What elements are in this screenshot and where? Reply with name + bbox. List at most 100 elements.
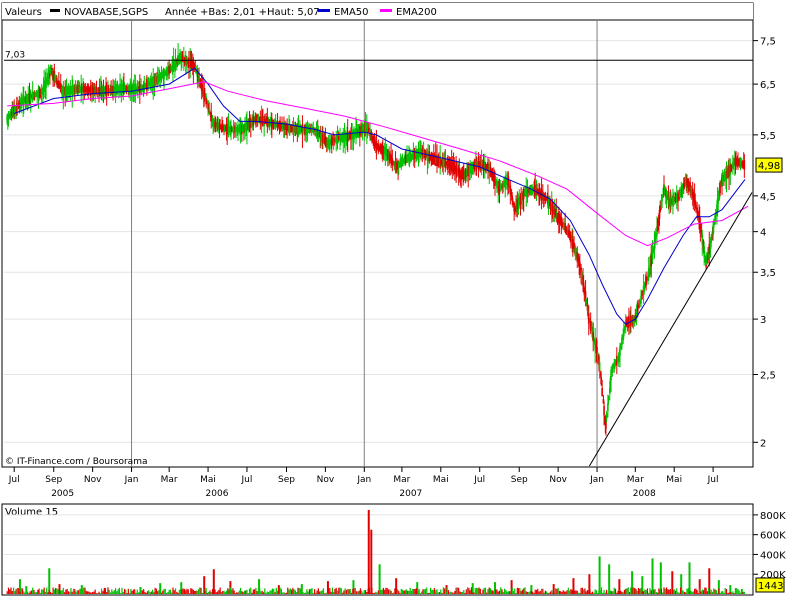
volume-bar-minor bbox=[354, 588, 356, 594]
volume-bar-minor bbox=[237, 592, 239, 594]
volume-bar-minor bbox=[711, 591, 714, 594]
volume-bar-minor bbox=[738, 590, 740, 594]
x-tick-label: Sep bbox=[278, 475, 295, 485]
volume-bar-minor bbox=[663, 587, 665, 594]
volume-bar-minor bbox=[705, 587, 707, 594]
volume-bar-minor bbox=[674, 590, 677, 594]
volume-bar-minor bbox=[510, 592, 512, 594]
volume-bar-minor bbox=[614, 588, 617, 594]
volume-bar-minor bbox=[139, 592, 141, 594]
volume-bar-minor bbox=[9, 589, 11, 594]
volume-bar-minor bbox=[646, 588, 649, 594]
volume-bar-minor bbox=[330, 591, 332, 594]
volume-bar-minor bbox=[127, 588, 129, 594]
volume-bar-minor bbox=[271, 588, 274, 594]
volume-bar-minor bbox=[200, 587, 202, 594]
x-year-label: 2005 bbox=[51, 489, 74, 499]
volume-bar-minor bbox=[194, 590, 196, 594]
reference-line-label: 7,03 bbox=[5, 50, 25, 60]
volume-bar-minor bbox=[317, 588, 319, 594]
x-tick-label: Jan bbox=[589, 475, 604, 485]
volume-bar-minor bbox=[308, 589, 311, 594]
volume-bar-minor bbox=[140, 591, 142, 594]
volume-bar-minor bbox=[441, 592, 443, 594]
volume-bar-minor bbox=[451, 592, 453, 594]
volume-bar-minor bbox=[141, 590, 143, 594]
volume-bar-minor bbox=[158, 590, 160, 594]
volume-bar-minor bbox=[700, 591, 702, 594]
volume-bar-minor bbox=[539, 590, 541, 594]
volume-bar-minor bbox=[51, 593, 53, 594]
volume-bar-minor bbox=[493, 592, 495, 594]
volume-bar-minor bbox=[15, 589, 17, 594]
volume-bar-minor bbox=[706, 591, 708, 594]
volume-bar-minor bbox=[600, 587, 603, 594]
volume-bar-minor bbox=[98, 591, 100, 594]
volume-bar-minor bbox=[259, 588, 261, 594]
y-tick-label: 4,5 bbox=[760, 192, 776, 203]
volume-bar-minor bbox=[174, 588, 177, 594]
volume-bar-minor bbox=[85, 590, 87, 594]
volume-bar-minor bbox=[74, 589, 76, 594]
volume-bar-minor bbox=[506, 591, 508, 594]
volume-bar-minor bbox=[191, 588, 193, 594]
volume-bar-minor bbox=[327, 588, 330, 594]
volume-bar-minor bbox=[321, 590, 323, 594]
volume-bar-minor bbox=[55, 587, 57, 594]
volume-bar-minor bbox=[33, 589, 35, 594]
volume-bar-minor bbox=[537, 588, 539, 594]
volume-bar-minor bbox=[634, 587, 636, 594]
volume-bar-minor bbox=[502, 592, 504, 594]
volume-bar-minor bbox=[701, 589, 703, 594]
volume-bar-minor bbox=[427, 592, 429, 594]
volume-bar-minor bbox=[224, 591, 226, 594]
volume-bar-minor bbox=[342, 592, 344, 594]
volume-bar-minor bbox=[239, 587, 242, 594]
volume-bar-minor bbox=[482, 589, 484, 594]
volume-bar-minor bbox=[554, 588, 557, 594]
volume-bar-minor bbox=[401, 589, 404, 594]
volume-bar-minor bbox=[728, 592, 730, 594]
volume-bar-minor bbox=[290, 589, 293, 594]
volume-bar-minor bbox=[729, 592, 731, 594]
volume-bar-minor bbox=[293, 589, 295, 594]
volume-bar-minor bbox=[399, 592, 401, 594]
volume-bar-minor bbox=[534, 589, 536, 594]
volume-bar-minor bbox=[47, 592, 49, 594]
volume-bar-minor bbox=[254, 589, 256, 594]
volume-bar-minor bbox=[636, 590, 638, 594]
volume-bar-minor bbox=[273, 588, 275, 594]
volume-bar-minor bbox=[181, 589, 183, 594]
volume-bar-minor bbox=[167, 591, 169, 594]
volume-bar-minor bbox=[650, 590, 652, 594]
candle-body bbox=[605, 413, 608, 419]
x-year-label: 2007 bbox=[399, 489, 422, 499]
x-tick-label: Jul bbox=[241, 475, 253, 485]
volume-bar-minor bbox=[331, 587, 334, 594]
volume-bar-minor bbox=[209, 590, 211, 594]
volume-bar-minor bbox=[612, 591, 614, 594]
volume-bar-minor bbox=[106, 592, 108, 594]
volume-bar-minor bbox=[220, 591, 223, 594]
volume-bar-minor bbox=[26, 591, 29, 594]
volume-bar-minor bbox=[468, 587, 470, 594]
volume-bar-minor bbox=[278, 589, 280, 594]
volume-bar-minor bbox=[260, 591, 262, 594]
volume-bar-minor bbox=[500, 587, 502, 594]
volume-bar bbox=[378, 564, 381, 594]
volume-bar-minor bbox=[312, 593, 314, 594]
volume-bar-minor bbox=[548, 592, 550, 594]
volume-bar-minor bbox=[436, 589, 438, 594]
volume-bar-minor bbox=[305, 592, 307, 594]
volume-bar-minor bbox=[623, 589, 626, 594]
volume-bar-minor bbox=[660, 589, 663, 594]
volume-bar-minor bbox=[628, 592, 631, 594]
volume-bar-minor bbox=[704, 587, 706, 594]
volume-bar-minor bbox=[20, 588, 22, 594]
volume-bar-minor bbox=[626, 588, 628, 594]
volume-bar-minor bbox=[56, 588, 58, 594]
volume-bar-minor bbox=[10, 587, 12, 594]
volume-bar-minor bbox=[395, 592, 397, 594]
volume-bar-minor bbox=[455, 587, 457, 594]
volume-bar-minor bbox=[76, 590, 78, 594]
